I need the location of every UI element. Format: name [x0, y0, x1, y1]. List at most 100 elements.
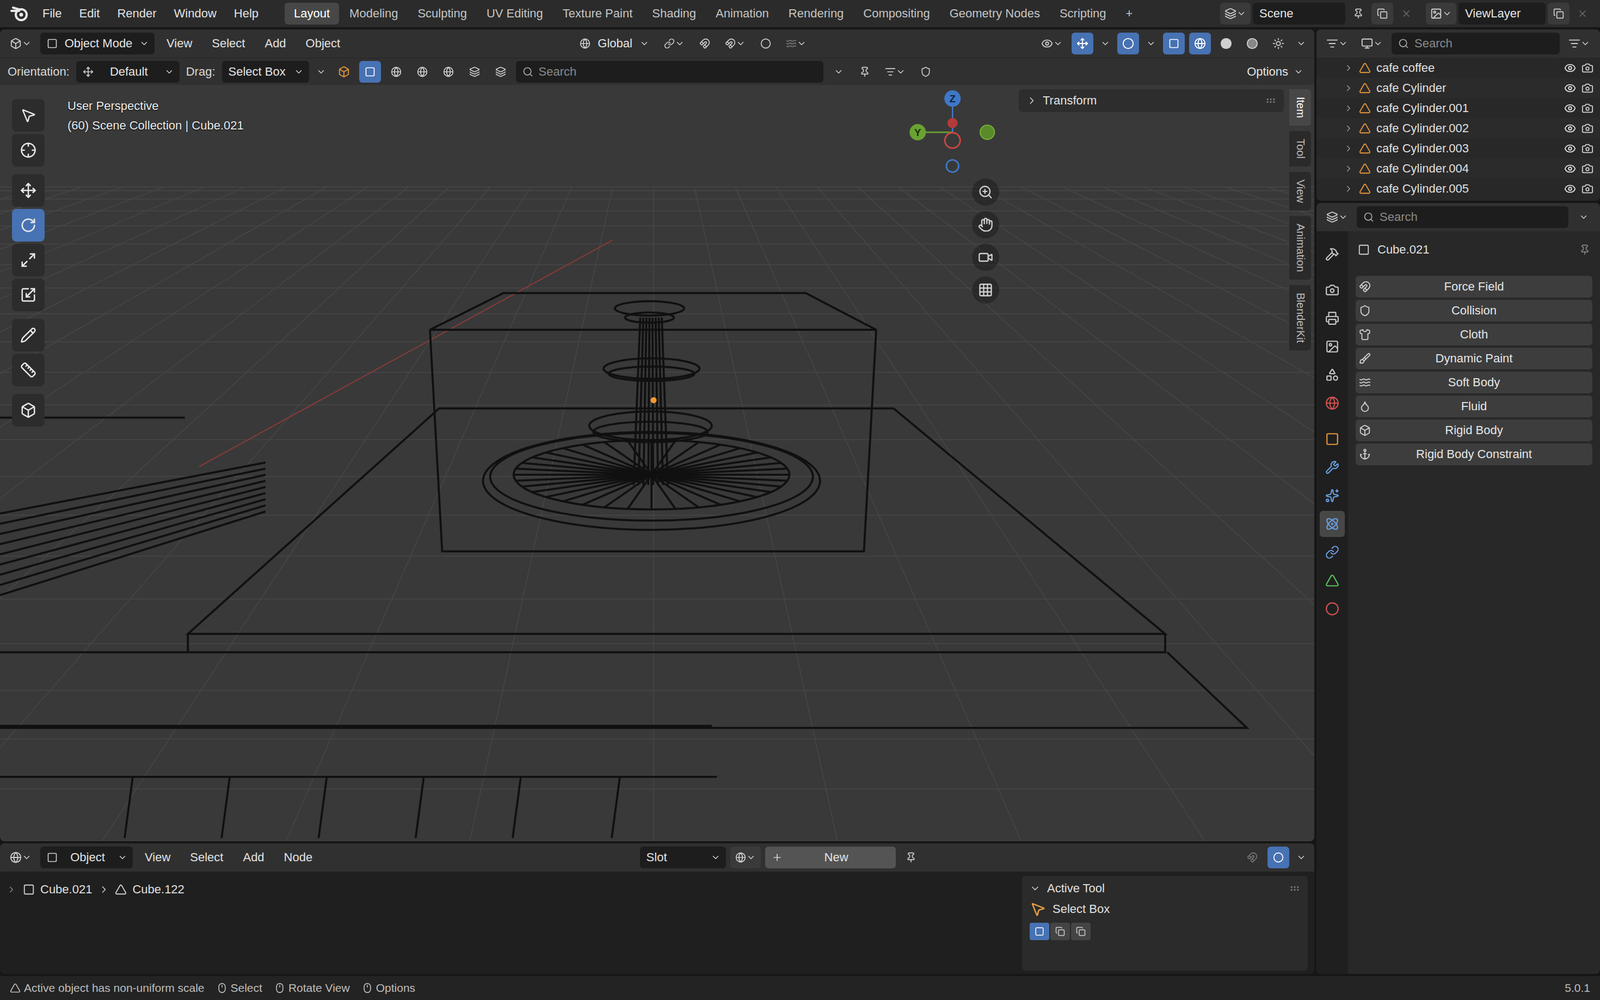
- outliner-row[interactable]: cafe coffee: [1316, 57, 1600, 78]
- chevron-down-icon[interactable]: [1373, 38, 1383, 49]
- outliner-row[interactable]: cafe Cylinder.005: [1316, 178, 1600, 199]
- mode-extend-button[interactable]: [1050, 922, 1070, 941]
- tool-button[interactable]: [11, 394, 45, 427]
- mode-new-icon[interactable]: [1034, 926, 1045, 937]
- copy-icon[interactable]: [1376, 8, 1388, 20]
- render-icon[interactable]: [1581, 122, 1594, 135]
- zoom-button[interactable]: [971, 178, 1000, 206]
- menu-item[interactable]: Add: [235, 847, 272, 869]
- properties-icon[interactable]: [1326, 211, 1339, 224]
- expand-icon[interactable]: [1343, 83, 1354, 94]
- render-icon[interactable]: [1581, 142, 1594, 155]
- chevron-down-icon[interactable]: [796, 38, 807, 49]
- overlay-icon[interactable]: [1272, 852, 1284, 864]
- expand-icon[interactable]: [1343, 123, 1354, 134]
- menu-item[interactable]: Render: [109, 3, 164, 24]
- chevron-down-icon[interactable]: [1296, 852, 1307, 863]
- eye-icon[interactable]: [1041, 37, 1054, 50]
- menu-item[interactable]: Object: [298, 33, 349, 54]
- select-extend-icon[interactable]: [390, 66, 402, 78]
- chevron-down-icon[interactable]: [746, 852, 756, 863]
- x-axis-icon[interactable]: [947, 118, 958, 129]
- material-shading-button[interactable]: [1241, 32, 1264, 55]
- properties-tab[interactable]: [1319, 482, 1345, 509]
- chevron-down-icon[interactable]: [639, 38, 650, 49]
- grid-icon[interactable]: [977, 282, 994, 298]
- search-options-button[interactable]: [827, 60, 850, 83]
- select-new-button[interactable]: [359, 60, 381, 83]
- select-box-icon[interactable]: [1029, 901, 1046, 918]
- physics-button[interactable]: Fluid: [1355, 395, 1593, 418]
- select-tool-icon[interactable]: [20, 107, 37, 124]
- select-new-icon[interactable]: [364, 66, 376, 78]
- xray-toggle[interactable]: [1162, 32, 1185, 55]
- data-tab-icon[interactable]: [1325, 573, 1340, 588]
- chevron-down-icon[interactable]: [1578, 212, 1589, 223]
- sidebar-tab[interactable]: Animation: [1289, 216, 1312, 280]
- properties-tab[interactable]: [1319, 595, 1345, 623]
- new-material-button[interactable]: New: [765, 846, 896, 869]
- workspace-tab[interactable]: Sculpting: [408, 2, 477, 25]
- ground-plate[interactable]: [0, 408, 1247, 729]
- add-tool-icon[interactable]: [20, 402, 37, 419]
- select-intersect-icon[interactable]: [469, 66, 480, 78]
- shield-icon[interactable]: [920, 66, 932, 78]
- shield-button[interactable]: [914, 60, 937, 83]
- mode-extend-icon[interactable]: [1055, 926, 1066, 937]
- gizmo-options[interactable]: [1097, 32, 1113, 55]
- align-button[interactable]: [489, 60, 512, 83]
- expand-icon[interactable]: [1343, 183, 1354, 194]
- falloff-button[interactable]: [780, 32, 812, 55]
- ortho-toggle-button[interactable]: [971, 276, 1000, 304]
- tool-button[interactable]: [11, 133, 45, 167]
- orientation-dropdown[interactable]: Default: [76, 60, 180, 83]
- benches[interactable]: [0, 725, 717, 839]
- snap-toggle[interactable]: [1241, 846, 1264, 869]
- chevron-down-icon[interactable]: [316, 66, 326, 77]
- chevron-down-icon[interactable]: [1442, 8, 1452, 19]
- menu-item[interactable]: File: [34, 3, 70, 24]
- panel-header[interactable]: Active Tool: [1029, 881, 1301, 896]
- menu-item[interactable]: View: [158, 33, 200, 54]
- menu-item[interactable]: Select: [204, 33, 253, 54]
- options-dropdown[interactable]: Options: [1240, 60, 1309, 83]
- menu-item[interactable]: Add: [256, 33, 294, 54]
- delete-scene-button[interactable]: [1395, 2, 1418, 25]
- chevron-down-icon[interactable]: [21, 852, 32, 863]
- object-tab-icon[interactable]: [1325, 432, 1340, 447]
- solid-shading-button[interactable]: [1215, 32, 1238, 55]
- render-icon[interactable]: [1581, 182, 1594, 195]
- properties-tab[interactable]: [1319, 426, 1345, 453]
- stairs[interactable]: [0, 462, 266, 596]
- outliner-icon[interactable]: [1326, 37, 1339, 50]
- material-tab-icon[interactable]: [1325, 601, 1340, 617]
- chevron-down-icon[interactable]: [164, 66, 175, 77]
- render-icon[interactable]: [1581, 102, 1594, 115]
- measure-tool-icon[interactable]: [20, 361, 37, 379]
- menu-item[interactable]: View: [137, 847, 178, 869]
- rotate-tool-icon[interactable]: [20, 217, 37, 234]
- zoom-icon[interactable]: [977, 184, 994, 200]
- neg-y-axis-icon[interactable]: [980, 125, 995, 140]
- eye-icon[interactable]: [1564, 162, 1577, 175]
- pin-button[interactable]: [900, 846, 922, 869]
- editor-type-button[interactable]: [1321, 32, 1353, 55]
- physics-button[interactable]: Force Field: [1355, 275, 1593, 298]
- tool-button[interactable]: [11, 208, 45, 242]
- properties-tab[interactable]: [1319, 361, 1345, 389]
- sidebar-tab[interactable]: BlenderKit: [1289, 285, 1312, 351]
- physics-button[interactable]: Soft Body: [1355, 371, 1593, 394]
- eye-icon[interactable]: [1564, 142, 1577, 155]
- rendered-icon[interactable]: [1272, 37, 1285, 50]
- hand-icon[interactable]: [977, 217, 994, 233]
- chevron-down-icon[interactable]: [1100, 38, 1111, 49]
- material-browse-button[interactable]: [730, 846, 761, 869]
- bookmark-icon[interactable]: [859, 66, 871, 78]
- outliner-row[interactable]: cafe Cylinder.002: [1316, 118, 1600, 139]
- render-tab-icon[interactable]: [1325, 282, 1340, 298]
- cube-icon[interactable]: [337, 65, 350, 78]
- outliner-row[interactable]: cafe Cylinder.003: [1316, 138, 1600, 159]
- modifiers-tab-icon[interactable]: [1325, 460, 1340, 475]
- eye-icon[interactable]: [1564, 182, 1577, 195]
- workspace-tab[interactable]: Layout: [284, 2, 340, 25]
